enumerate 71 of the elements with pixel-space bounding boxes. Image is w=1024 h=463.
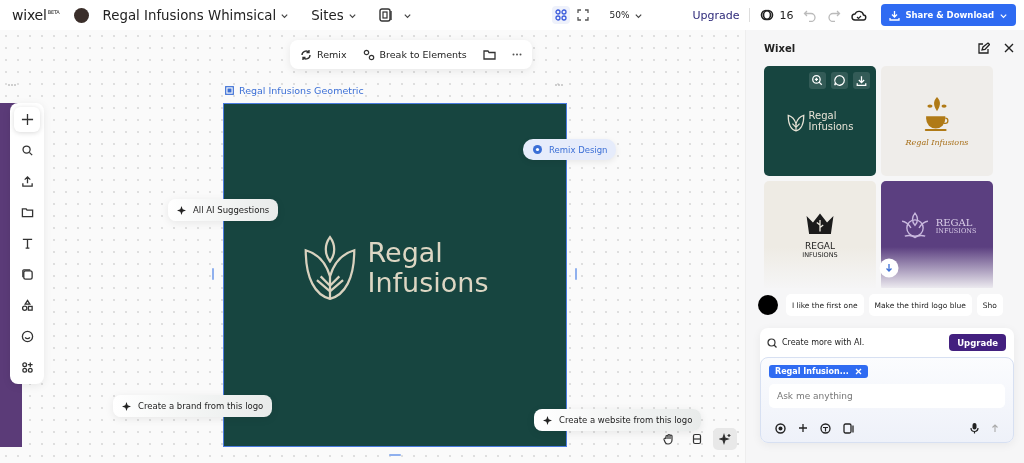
search-icon <box>20 144 34 157</box>
upgrade-link[interactable]: Upgrade <box>692 8 740 22</box>
logo-wordmark: REGAL <box>935 216 974 228</box>
logo-wordmark: REGAL <box>804 242 836 252</box>
target-icon[interactable] <box>775 422 786 434</box>
cloud-check-icon[interactable] <box>851 8 868 22</box>
sparkle-icon <box>177 205 186 215</box>
plus-icon[interactable] <box>798 423 808 433</box>
close-icon[interactable] <box>1004 43 1014 53</box>
layers-icon <box>691 433 703 445</box>
chat-input[interactable]: Ask me anything <box>769 384 1005 408</box>
download-icon[interactable] <box>853 72 870 89</box>
download-icon <box>889 9 901 21</box>
frame-icon <box>225 86 234 95</box>
add-tool-button[interactable] <box>14 107 40 132</box>
pages-icon <box>378 8 395 22</box>
apps-icon <box>20 361 34 374</box>
text-icon <box>20 237 34 250</box>
logo-wordmark: Regal <box>367 238 444 268</box>
grid-view-button[interactable] <box>551 6 570 24</box>
emoji-icon <box>20 330 34 343</box>
remix-button[interactable]: Remix <box>300 48 347 61</box>
pages-button[interactable] <box>378 8 412 22</box>
logo-wordmark: Infusions <box>367 268 489 298</box>
zoom-in-icon[interactable] <box>809 72 826 89</box>
frame-label[interactable]: Regal Infusions Geometric <box>225 85 364 96</box>
avatar[interactable] <box>73 7 89 23</box>
folder-icon <box>20 206 34 219</box>
focus-frame-icon <box>576 9 589 21</box>
media-icon <box>20 268 34 281</box>
project-dropdown[interactable]: Regal Infusions Whimsical <box>102 7 290 23</box>
sparkle-icon <box>543 415 552 425</box>
app-logo[interactable]: wixel$^{BETA}$ <box>12 7 60 23</box>
scroll-down-button[interactable] <box>879 258 899 278</box>
ai-suggestion-button[interactable]: Create a website from this logo <box>534 409 702 431</box>
microphone-icon[interactable] <box>970 422 979 434</box>
add-icon <box>20 113 34 126</box>
promo-text: Create more with AI. <box>782 338 866 347</box>
pages-icon[interactable] <box>843 422 855 434</box>
logo-option-card[interactable]: Regal Infusions <box>881 66 993 176</box>
context-tag[interactable]: Regal Infusion... <box>769 365 868 378</box>
share-download-button[interactable]: Share & Download <box>881 4 1016 26</box>
logo-wordmark: Regal <box>808 110 837 121</box>
upload-icon <box>20 175 34 188</box>
zoom-dropdown[interactable]: 50% <box>609 10 643 20</box>
sites-dropdown[interactable]: Sites <box>311 7 357 23</box>
panel-title: Wixel <box>764 42 797 54</box>
shapes-icon <box>20 299 34 312</box>
sparkle-search-icon <box>767 337 777 348</box>
remix-icon <box>532 144 543 155</box>
break-to-elements-button[interactable]: Break to Elements <box>362 48 467 61</box>
more-icon[interactable] <box>511 53 522 56</box>
remix-icon <box>300 48 312 61</box>
ai-tool-button[interactable] <box>713 428 737 450</box>
assistant-avatar <box>758 295 778 315</box>
grid-icon <box>554 9 567 21</box>
folder-icon[interactable] <box>482 48 496 61</box>
chat-bubble-icon[interactable] <box>831 72 848 89</box>
sparkle-icon <box>122 401 131 411</box>
logo-wordmark: Infusions <box>808 121 854 132</box>
sparkle-icon <box>719 433 731 445</box>
upgrade-button[interactable]: Upgrade <box>949 334 1006 351</box>
ai-suggestion-button[interactable]: Create a brand from this logo <box>113 395 273 417</box>
credits-counter[interactable]: 16 <box>760 8 794 22</box>
remix-design-button[interactable]: Remix Design <box>523 139 617 160</box>
logo-option-card[interactable]: Regal Infusions <box>764 66 876 176</box>
edit-icon[interactable] <box>977 41 990 55</box>
ai-suggestion-button[interactable]: All AI Suggestions <box>168 199 279 221</box>
credits-icon <box>760 8 775 22</box>
elements-icon <box>362 48 375 61</box>
logo-wordmark: Regal Infusions <box>905 138 969 148</box>
